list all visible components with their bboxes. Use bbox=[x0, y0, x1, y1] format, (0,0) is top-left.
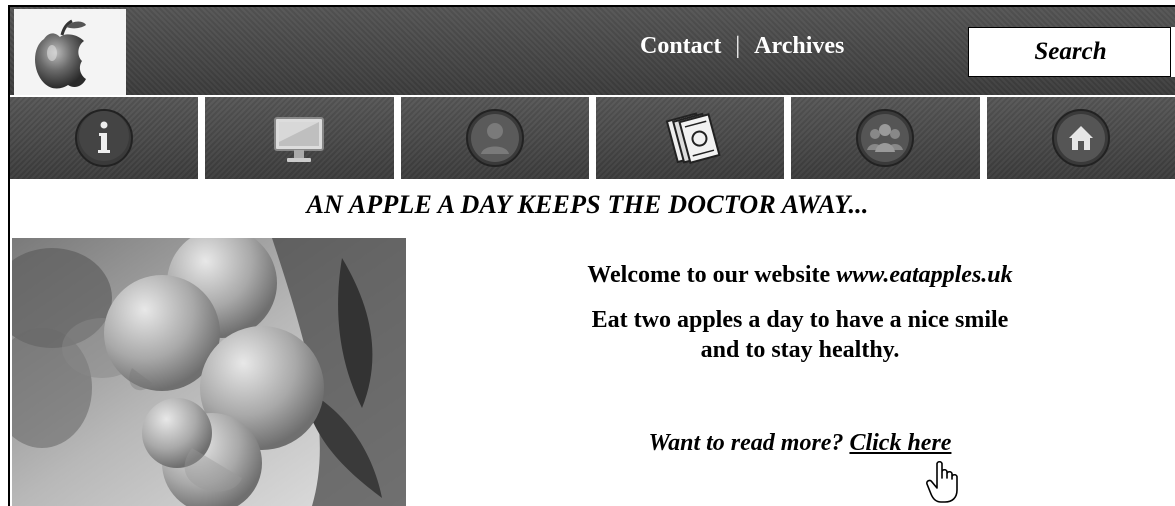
money-icon bbox=[665, 112, 721, 164]
read-more: Want to read more? Click here bbox=[450, 430, 1150, 457]
nav-tile-money[interactable] bbox=[595, 97, 785, 179]
website-url: www.eatapples.uk bbox=[836, 262, 1013, 288]
nav-tile-community[interactable] bbox=[791, 97, 980, 179]
nav-link-contact[interactable]: Contact bbox=[640, 33, 721, 60]
search-button[interactable] bbox=[1170, 27, 1175, 77]
nav-separator: | bbox=[735, 32, 741, 59]
user-icon bbox=[465, 109, 524, 167]
apple-logo-icon bbox=[35, 19, 86, 89]
health-line-1: Eat two apples a day to have a nice smil… bbox=[591, 307, 1009, 333]
page-frame: Contact | Archives Search AN APPLE A DAY… bbox=[0, 0, 1175, 506]
icon-nav-bar bbox=[10, 97, 1175, 179]
nav-tile-computer[interactable] bbox=[205, 97, 394, 179]
search-box bbox=[968, 27, 1173, 77]
top-nav: Contact | Archives bbox=[640, 26, 844, 66]
welcome-section: Welcome to our website www.eatapples.uk … bbox=[450, 262, 1150, 365]
health-message: Eat two apples a day to have a nice smil… bbox=[450, 305, 1150, 365]
info-icon bbox=[75, 109, 134, 167]
hand-pointer-icon bbox=[926, 460, 958, 503]
apples-image bbox=[12, 238, 406, 506]
logo[interactable] bbox=[14, 9, 126, 95]
group-icon bbox=[856, 109, 915, 167]
welcome-text: Welcome to our website www.eatapples.uk bbox=[450, 262, 1150, 289]
search-input[interactable] bbox=[969, 28, 1172, 76]
nav-tile-info[interactable] bbox=[10, 97, 199, 179]
nav-link-archives[interactable]: Archives bbox=[754, 33, 844, 60]
apples-photo bbox=[12, 238, 406, 506]
read-more-prefix: Want to read more? bbox=[648, 430, 850, 456]
page-tagline: AN APPLE A DAY KEEPS THE DOCTOR AWAY... bbox=[306, 190, 869, 219]
click-here-link[interactable]: Click here bbox=[849, 430, 951, 456]
nav-tile-profile[interactable] bbox=[400, 97, 589, 179]
home-icon bbox=[1051, 109, 1110, 167]
welcome-prefix: Welcome to our website bbox=[587, 262, 837, 288]
nav-tile-home[interactable] bbox=[986, 97, 1175, 179]
health-line-2: and to stay healthy. bbox=[700, 337, 900, 363]
monitor-icon bbox=[274, 117, 325, 162]
